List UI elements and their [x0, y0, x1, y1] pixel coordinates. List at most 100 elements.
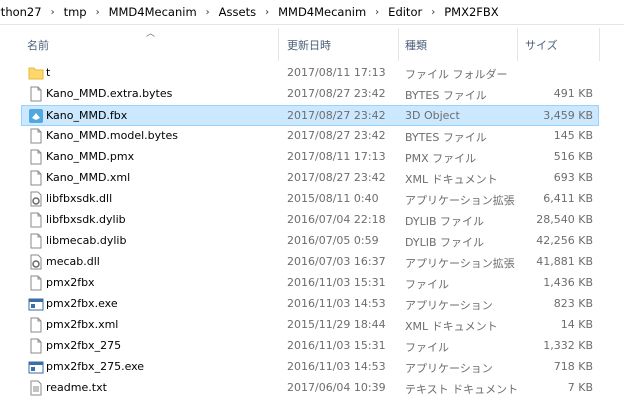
file-type: アプリケーション拡張	[405, 257, 515, 270]
file-type: 3D Object	[405, 109, 460, 122]
file-type: BYTES ファイル	[405, 131, 487, 144]
file-name: mecab.dll	[46, 255, 100, 268]
file-size: 823 KB	[553, 297, 593, 310]
file-size: 3,459 KB	[543, 109, 593, 122]
file-type: テキスト ドキュメント	[405, 383, 519, 396]
column-divider[interactable]	[398, 28, 399, 61]
sort-ascending-icon: ︿	[146, 29, 156, 39]
breadcrumb-separator-icon[interactable]: ›	[42, 7, 64, 18]
column-header-type[interactable]: 種類	[405, 37, 427, 53]
file-type: アプリケーション拡張	[405, 194, 515, 207]
file-row[interactable]: pmx2fbx.xml 2015/11/29 18:44 XML ドキュメント 14 …	[22, 315, 600, 336]
file-name: libmecab.dylib	[46, 234, 127, 247]
breadcrumb-item[interactable]: ython27	[0, 5, 42, 19]
folder-icon	[28, 65, 44, 81]
file-name: Kano_MMD.extra.bytes	[46, 87, 173, 100]
breadcrumb-separator-icon[interactable]: ›	[366, 7, 388, 18]
file-name: t	[46, 66, 51, 79]
column-header: ︿ 名前 更新日時 種類 サイズ	[0, 28, 624, 61]
text-file-icon	[28, 380, 44, 396]
column-divider[interactable]	[517, 28, 518, 61]
file-row[interactable]: Kano_MMD.fbx 2017/08/27 23:42 3D Object 3,4…	[21, 105, 599, 126]
file-row[interactable]: Kano_MMD.pmx 2017/08/11 17:13 PMX ファイル 516 …	[22, 147, 600, 168]
file-type: DYLIB ファイル	[405, 236, 485, 249]
breadcrumb-item[interactable]: PMX2FBX	[444, 5, 498, 19]
file-row[interactable]: readme.txt 2017/06/04 10:39 テキスト ドキュメント 7 K…	[22, 378, 600, 399]
dll-icon	[28, 191, 44, 207]
column-header-date[interactable]: 更新日時	[287, 37, 331, 53]
file-size: 145 KB	[553, 129, 593, 142]
file-icon	[28, 86, 44, 102]
file-size: 6,411 KB	[543, 192, 593, 205]
file-size: 491 KB	[553, 87, 593, 100]
file-type: BYTES ファイル	[405, 89, 487, 102]
vertical-scrollbar[interactable]	[600, 24, 624, 413]
file-date: 2017/08/27 23:42	[287, 109, 386, 122]
file-size: 42,256 KB	[536, 234, 593, 247]
column-divider[interactable]	[278, 28, 279, 61]
file-row[interactable]: pmx2fbx.exe 2016/11/03 14:53 アプリケーション 823 K…	[22, 294, 600, 315]
file-name: pmx2fbx_275	[46, 339, 122, 352]
file-date: 2016/07/03 16:37	[287, 255, 386, 268]
breadcrumb-item[interactable]: Editor	[388, 5, 422, 19]
file-name: libfbxsdk.dylib	[46, 213, 126, 226]
file-name: pmx2fbx.xml	[46, 318, 119, 331]
file-name: pmx2fbx_275.exe	[46, 360, 145, 373]
file-date: 2017/08/27 23:42	[287, 171, 386, 184]
file-icon	[28, 317, 44, 333]
file-icon	[28, 170, 44, 186]
file-date: 2016/11/03 14:53	[287, 297, 386, 310]
file-date: 2017/08/11 17:13	[287, 66, 386, 79]
file-icon	[28, 275, 44, 291]
file-date: 2016/11/03 14:53	[287, 360, 386, 373]
file-type: PMX ファイル	[405, 152, 477, 165]
file-type: アプリケーション	[405, 362, 493, 375]
file-row[interactable]: libfbxsdk.dll 2015/08/11 0:40 アプリケーション拡張 6,…	[22, 189, 600, 210]
file-row[interactable]: mecab.dll 2016/07/03 16:37 アプリケーション拡張 41,88…	[22, 252, 600, 273]
file-row[interactable]: pmx2fbx_275 2016/11/03 15:31 ファイル 1,332 KB	[22, 336, 600, 357]
file-date: 2017/08/27 23:42	[287, 87, 386, 100]
breadcrumb-item[interactable]: Assets	[219, 5, 256, 19]
file-type: ファイル	[405, 278, 449, 291]
breadcrumb-separator-icon[interactable]: ›	[197, 7, 219, 18]
file-row[interactable]: pmx2fbx_275.exe 2016/11/03 14:53 アプリケーション 7…	[22, 357, 600, 378]
file-icon	[28, 149, 44, 165]
file-row[interactable]: libfbxsdk.dylib 2016/07/04 22:18 DYLIB ファイ…	[22, 210, 600, 231]
breadcrumb-separator-icon[interactable]: ›	[422, 7, 444, 18]
dll-icon	[28, 254, 44, 270]
breadcrumb-item[interactable]: MMD4Mecanim	[278, 5, 366, 19]
file-name: Kano_MMD.fbx	[46, 109, 128, 122]
3d-object-icon	[28, 108, 44, 124]
file-row[interactable]: Kano_MMD.extra.bytes 2017/08/27 23:42 BYTE…	[22, 84, 600, 105]
column-header-size[interactable]: サイズ	[525, 37, 558, 53]
breadcrumb: ython27›tmp›MMD4Mecanim›Assets›MMD4Mecan…	[0, 0, 624, 25]
file-name: Kano_MMD.xml	[46, 171, 131, 184]
file-row[interactable]: pmx2fbx 2016/11/03 15:31 ファイル 1,436 KB	[22, 273, 600, 294]
file-size: 516 KB	[553, 150, 593, 163]
file-type: ファイル フォルダー	[405, 68, 508, 81]
breadcrumb-item[interactable]: MMD4Mecanim	[109, 5, 197, 19]
breadcrumb-separator-icon[interactable]: ›	[87, 7, 109, 18]
file-date: 2015/08/11 0:40	[287, 192, 379, 205]
breadcrumb-item[interactable]: tmp	[64, 5, 87, 19]
file-date: 2015/11/29 18:44	[287, 318, 386, 331]
file-size: 718 KB	[553, 360, 593, 373]
file-type: アプリケーション	[405, 299, 493, 312]
file-row[interactable]: Kano_MMD.xml 2017/08/27 23:42 XML ドキュメント 69…	[22, 168, 600, 189]
file-size: 41,881 KB	[536, 255, 593, 268]
file-row[interactable]: t 2017/08/11 17:13 ファイル フォルダー	[22, 63, 600, 84]
file-icon	[28, 212, 44, 228]
file-date: 2016/07/05 0:59	[287, 234, 379, 247]
file-size: 693 KB	[553, 171, 593, 184]
column-header-name[interactable]: 名前	[27, 37, 49, 53]
file-type: XML ドキュメント	[405, 320, 498, 333]
file-row[interactable]: libmecab.dylib 2016/07/05 0:59 DYLIB ファイル 4…	[22, 231, 600, 252]
breadcrumb-separator-icon[interactable]: ›	[256, 7, 278, 18]
file-type: ファイル	[405, 341, 449, 354]
file-name: Kano_MMD.pmx	[46, 150, 135, 163]
file-size: 14 KB	[560, 318, 593, 331]
file-row[interactable]: Kano_MMD.model.bytes 2017/08/27 23:42 BYTE…	[22, 126, 600, 147]
file-type: XML ドキュメント	[405, 173, 498, 186]
file-name: pmx2fbx.exe	[46, 297, 118, 310]
exe-icon	[28, 359, 44, 375]
